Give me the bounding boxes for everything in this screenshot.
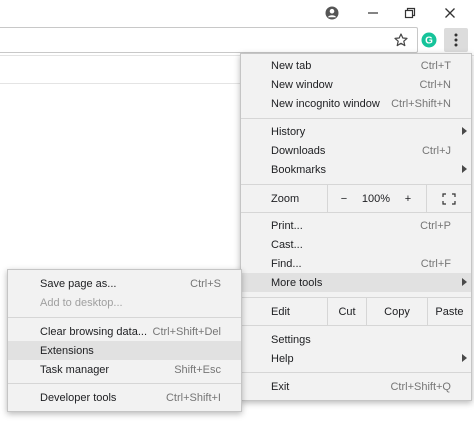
menu-item-settings[interactable]: Settings [241,330,471,349]
fullscreen-icon [442,192,456,205]
history-label: History [271,125,306,138]
submenu-arrow-icon [462,127,467,135]
menu-item-save-page[interactable]: Save page as... Ctrl+S [8,274,241,293]
menu-item-help[interactable]: Help [241,349,471,368]
clear-browsing-shortcut: Ctrl+Shift+Del [152,325,221,338]
menu-item-exit[interactable]: Exit Ctrl+Shift+Q [241,377,471,396]
account-circle-icon[interactable] [312,0,352,25]
zoom-out-button[interactable]: − [328,185,360,212]
zoom-value: 100% [361,192,391,205]
menu-item-more-tools[interactable]: More tools [241,273,471,292]
menu-item-history[interactable]: History [241,122,471,141]
menu-item-find[interactable]: Find... Ctrl+F [241,254,471,273]
svg-text:G: G [425,36,433,47]
task-manager-shortcut: Shift+Esc [174,363,221,376]
menu-separator [241,118,471,119]
extensions-label: Extensions [40,344,94,357]
new-window-label: New window [271,78,333,91]
menu-item-new-incognito[interactable]: New incognito window Ctrl+Shift+N [241,94,471,113]
paste-button[interactable]: Paste [428,298,471,325]
find-shortcut: Ctrl+F [420,257,451,270]
menu-item-bookmarks[interactable]: Bookmarks [241,160,471,179]
menu-item-extensions[interactable]: Extensions [8,341,241,360]
exit-label: Exit [271,380,290,393]
save-page-label: Save page as... [40,277,117,290]
kebab-menu-icon[interactable] [444,28,468,52]
cut-label: Cut [338,305,356,318]
menu-item-task-manager[interactable]: Task manager Shift+Esc [8,360,241,379]
copy-label: Copy [384,305,410,318]
menu-separator [241,372,471,373]
print-label: Print... [271,219,303,232]
zoom-level: 100% [360,185,392,212]
downloads-label: Downloads [271,144,326,157]
new-tab-shortcut: Ctrl+T [420,59,451,72]
print-shortcut: Ctrl+P [420,219,451,232]
menu-item-developer-tools[interactable]: Developer tools Ctrl+Shift+I [8,388,241,407]
more-tools-submenu: Save page as... Ctrl+S Add to desktop...… [7,269,242,412]
restore-icon[interactable] [390,0,430,25]
menu-separator [241,325,471,326]
exit-shortcut: Ctrl+Shift+Q [390,380,451,393]
new-window-shortcut: Ctrl+N [419,78,451,91]
menu-separator [8,383,241,384]
menu-separator [8,317,241,318]
settings-label: Settings [271,333,311,346]
grammarly-g-icon[interactable]: G [417,28,441,52]
new-incognito-shortcut: Ctrl+Shift+N [391,97,451,110]
copy-button[interactable]: Copy [367,298,427,325]
task-manager-label: Task manager [40,363,110,376]
zoom-row: Zoom − 100% + [241,185,471,212]
menu-item-add-to-desktop: Add to desktop... [8,293,241,312]
add-to-desktop-label: Add to desktop... [40,296,123,309]
zoom-in-label: + [404,192,412,205]
browser-toolbar: G [0,25,474,56]
menu-item-new-window[interactable]: New window Ctrl+N [241,75,471,94]
developer-tools-shortcut: Ctrl+Shift+I [165,391,221,404]
clear-browsing-label: Clear browsing data... [40,325,147,338]
submenu-arrow-icon [462,278,467,286]
downloads-shortcut: Ctrl+J [421,144,451,157]
paste-label: Paste [435,305,464,318]
content-divider [0,83,240,84]
address-bar[interactable] [0,27,418,53]
fullscreen-button[interactable] [427,185,471,212]
minimize-icon[interactable] [353,0,393,25]
submenu-arrow-icon [462,165,467,173]
menu-item-new-tab[interactable]: New tab Ctrl+T [241,56,471,75]
save-page-shortcut: Ctrl+S [190,277,221,290]
menu-item-clear-browsing-data[interactable]: Clear browsing data... Ctrl+Shift+Del [8,322,241,341]
star-outline-icon[interactable] [389,28,413,52]
menu-item-downloads[interactable]: Downloads Ctrl+J [241,141,471,160]
menu-item-print[interactable]: Print... Ctrl+P [241,216,471,235]
developer-tools-label: Developer tools [40,391,117,404]
edit-label: Edit [271,305,290,318]
bookmarks-label: Bookmarks [271,163,327,176]
menu-separator [241,212,471,213]
new-tab-label: New tab [271,59,312,72]
help-label: Help [271,352,294,365]
cast-label: Cast... [271,238,303,251]
zoom-in-button[interactable]: + [392,185,424,212]
menu-item-cast[interactable]: Cast... [241,235,471,254]
edit-row: Edit Cut Copy Paste [241,298,471,325]
close-icon[interactable] [430,0,470,25]
find-label: Find... [271,257,302,270]
zoom-label: Zoom [271,192,300,205]
cut-button[interactable]: Cut [328,298,366,325]
zoom-out-label: − [340,192,348,205]
submenu-arrow-icon [462,354,467,362]
chrome-main-menu: New tab Ctrl+T New window Ctrl+N New inc… [240,53,472,401]
new-incognito-label: New incognito window [271,97,380,110]
more-tools-label: More tools [271,276,323,289]
title-bar [0,0,474,25]
